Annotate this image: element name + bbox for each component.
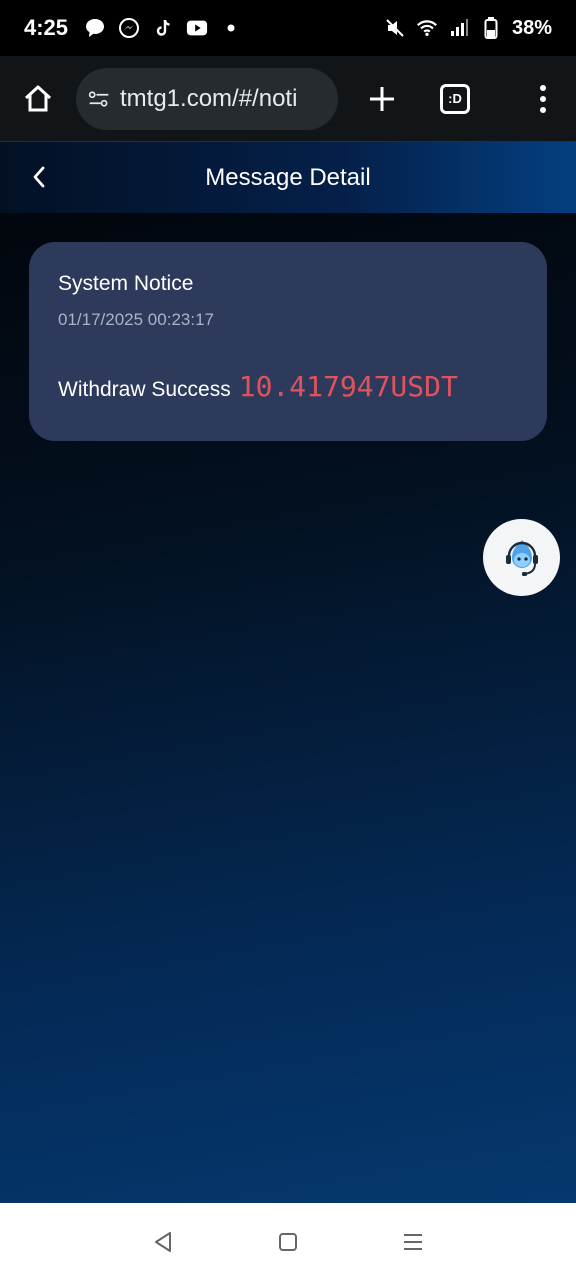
browser-menu-button[interactable] bbox=[528, 79, 558, 119]
triangle-back-icon bbox=[154, 1231, 171, 1252]
recents-menu-icon bbox=[404, 1233, 423, 1250]
youtube-icon bbox=[186, 17, 208, 39]
message-body: Withdraw Success 10.417947USDT bbox=[58, 370, 518, 403]
page-title: Message Detail bbox=[205, 163, 371, 191]
address-bar[interactable]: tmtg1.com/#/noti bbox=[76, 67, 338, 130]
url-text[interactable]: tmtg1.com/#/noti bbox=[120, 85, 297, 113]
menu-dot-icon bbox=[540, 95, 546, 102]
site-settings-icon[interactable] bbox=[88, 88, 110, 110]
messenger-icon bbox=[118, 17, 140, 39]
app-header: Message Detail bbox=[0, 142, 576, 213]
battery-icon bbox=[480, 17, 502, 39]
message-title: System Notice bbox=[58, 272, 194, 295]
page-content: Message Detail System Notice 01/17/2025 … bbox=[0, 142, 576, 1203]
status-bar: 4:25 38% bbox=[0, 0, 576, 56]
mute-icon bbox=[384, 17, 406, 39]
wifi-icon bbox=[416, 17, 438, 39]
menu-dot-icon bbox=[540, 106, 546, 113]
battery-percent: 38% bbox=[511, 16, 552, 39]
status-time: 4:25 bbox=[24, 15, 69, 40]
home-button[interactable] bbox=[18, 79, 58, 119]
message-timestamp: 01/17/2025 00:23:17 bbox=[58, 310, 214, 329]
status-icons-left bbox=[84, 17, 242, 39]
chat-bubble-icon bbox=[84, 17, 106, 39]
chevron-left-icon bbox=[33, 166, 45, 188]
browser-toolbar: tmtg1.com/#/noti :D bbox=[0, 56, 576, 142]
back-button[interactable] bbox=[24, 162, 54, 192]
new-tab-button[interactable] bbox=[362, 79, 402, 119]
signal-icon bbox=[448, 17, 470, 39]
square-home-icon bbox=[278, 1232, 297, 1251]
support-agent-icon bbox=[505, 539, 538, 576]
home-icon bbox=[24, 85, 52, 111]
menu-dot-icon bbox=[540, 84, 546, 91]
system-navigation-bar bbox=[0, 1203, 576, 1280]
nav-back-button[interactable] bbox=[143, 1222, 183, 1262]
message-text: Withdraw Success bbox=[58, 378, 231, 401]
tiktok-icon bbox=[152, 17, 174, 39]
customer-support-button[interactable] bbox=[483, 519, 560, 596]
nav-home-button[interactable] bbox=[268, 1222, 308, 1262]
message-card: System Notice 01/17/2025 00:23:17 Withdr… bbox=[29, 242, 547, 441]
tab-switcher-button[interactable]: :D bbox=[440, 83, 470, 114]
status-icons-right: 38% bbox=[384, 17, 552, 40]
message-amount: 10.417947USDT bbox=[238, 370, 458, 403]
plus-icon bbox=[370, 86, 394, 111]
dot-icon bbox=[220, 17, 242, 39]
nav-recents-button[interactable] bbox=[393, 1222, 433, 1262]
